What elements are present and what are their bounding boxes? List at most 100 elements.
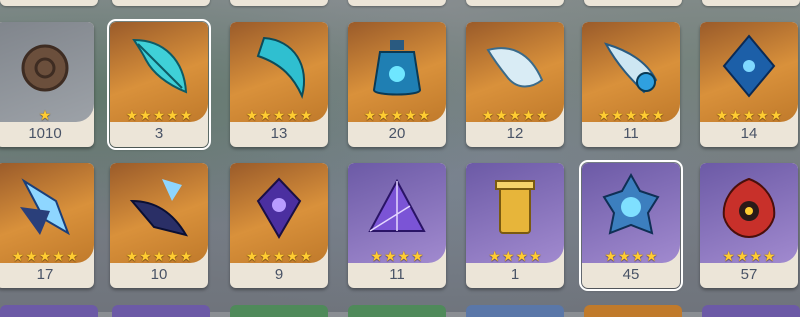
- star-icon: ★: [286, 107, 299, 123]
- inventory-item-card[interactable]: ★ ★ ★ ★ ★ 11: [582, 22, 680, 147]
- card-stub[interactable]: [112, 305, 210, 317]
- star-icon: ★: [272, 107, 286, 123]
- inventory-item-card[interactable]: ★ ★ ★ ★ 45: [579, 160, 683, 291]
- inventory-item-card[interactable]: ★ 1010: [0, 22, 94, 147]
- star-icon: ★: [501, 248, 515, 264]
- item-count: 10: [150, 266, 168, 283]
- star-icon: ★: [624, 107, 638, 123]
- star-icon: ★: [245, 248, 259, 264]
- rarity-stars: ★ ★ ★ ★ ★: [230, 107, 328, 123]
- star-icon: ★: [604, 248, 617, 264]
- star-icon: ★: [38, 107, 52, 123]
- card-stub[interactable]: [702, 305, 800, 317]
- star-icon: ★: [286, 248, 299, 264]
- star-icon: ★: [617, 248, 631, 264]
- card-stub[interactable]: [0, 0, 98, 6]
- star-icon: ★: [139, 248, 152, 264]
- rarity-stars: ★ ★ ★ ★ ★: [0, 248, 94, 264]
- item-count: 20: [388, 125, 406, 142]
- card-stub[interactable]: [348, 305, 446, 317]
- inventory-item-card[interactable]: ★ ★ ★ ★ ★ 10: [110, 163, 208, 288]
- rarity-stars: ★: [0, 107, 94, 123]
- star-icon: ★: [166, 248, 179, 264]
- card-stub[interactable]: [584, 0, 682, 6]
- star-icon: ★: [152, 107, 166, 123]
- inventory-item-card[interactable]: ★ ★ ★ ★ ★ 20: [348, 22, 446, 147]
- inventory-item-card[interactable]: ★ ★ ★ ★ ★ 13: [230, 22, 328, 147]
- card-stub[interactable]: [230, 0, 328, 6]
- star-icon: ★: [631, 248, 645, 264]
- star-icon: ★: [742, 107, 756, 123]
- star-icon: ★: [125, 248, 139, 264]
- star-icon: ★: [729, 107, 742, 123]
- inventory-item-card[interactable]: ★ ★ ★ ★ 11: [348, 163, 446, 288]
- inventory-item-card[interactable]: ★ ★ ★ ★ ★ 17: [0, 163, 94, 288]
- item-count: 1: [510, 266, 520, 283]
- teal-feather-icon: [132, 38, 188, 94]
- blue-potion-flask-icon: [372, 40, 422, 96]
- card-stub[interactable]: [230, 305, 328, 317]
- inventory-item-card[interactable]: ★ ★ ★ ★ ★ 14: [700, 22, 798, 147]
- rarity-stars: ★ ★ ★ ★ ★: [230, 248, 328, 264]
- card-stub[interactable]: [112, 0, 210, 6]
- golden-tower-icon: [495, 180, 535, 234]
- blue-crystal-orb-icon: [602, 172, 660, 235]
- star-icon: ★: [397, 248, 411, 264]
- card-stub[interactable]: [466, 305, 564, 317]
- inventory-item-card[interactable]: ★ ★ ★ ★ 57: [700, 163, 798, 288]
- item-count: 57: [740, 266, 758, 283]
- star-icon: ★: [383, 248, 397, 264]
- star-icon: ★: [166, 107, 179, 123]
- rarity-stars: ★ ★ ★ ★ ★: [110, 107, 208, 123]
- inventory-item-card[interactable]: ★ ★ ★ ★ ★ 12: [466, 22, 564, 147]
- card-stub[interactable]: [702, 0, 800, 6]
- star-icon: ★: [763, 248, 776, 264]
- star-icon: ★: [597, 107, 611, 123]
- star-icon: ★: [65, 248, 79, 264]
- item-count: 11: [389, 266, 405, 283]
- card-stub[interactable]: [0, 305, 98, 317]
- item-count: 3: [154, 125, 164, 142]
- star-icon: ★: [52, 248, 65, 264]
- teal-fang-icon: [256, 36, 305, 99]
- star-icon: ★: [611, 107, 624, 123]
- star-icon: ★: [404, 107, 417, 123]
- inventory-item-card[interactable]: ★ ★ ★ ★ 1: [466, 163, 564, 288]
- blue-crystal-drop-icon: [722, 34, 776, 98]
- star-icon: ★: [715, 107, 729, 123]
- star-icon: ★: [411, 248, 424, 264]
- item-count: 1010: [28, 125, 62, 142]
- star-icon: ★: [488, 248, 501, 264]
- star-icon: ★: [125, 107, 139, 123]
- inventory-item-card[interactable]: ★ ★ ★ ★ ★ 9: [230, 163, 328, 288]
- ice-crystal-claw-icon: [20, 178, 70, 236]
- star-icon: ★: [259, 107, 272, 123]
- star-icon: ★: [529, 248, 542, 264]
- star-icon: ★: [417, 107, 431, 123]
- brown-coin-icon: [21, 44, 69, 92]
- rarity-stars: ★ ★ ★ ★ ★: [582, 107, 680, 123]
- star-icon: ★: [722, 248, 735, 264]
- star-icon: ★: [390, 107, 404, 123]
- rarity-stars: ★ ★ ★ ★ ★: [700, 107, 798, 123]
- inventory-item-card[interactable]: ★ ★ ★ ★ ★ 3: [107, 19, 211, 150]
- violet-triangle-prism-icon: [368, 178, 426, 232]
- rarity-stars: ★ ★ ★ ★ ★: [466, 107, 564, 123]
- star-icon: ★: [756, 107, 769, 123]
- rarity-stars: ★ ★ ★ ★: [582, 248, 680, 264]
- star-icon: ★: [152, 248, 166, 264]
- dark-crystal-wing-icon: [129, 179, 189, 237]
- card-stub[interactable]: [584, 305, 682, 317]
- card-stub[interactable]: [466, 0, 564, 6]
- rarity-stars: ★ ★ ★ ★ ★: [348, 107, 446, 123]
- star-icon: ★: [11, 248, 25, 264]
- star-icon: ★: [363, 107, 377, 123]
- star-icon: ★: [370, 248, 383, 264]
- rarity-stars: ★ ★ ★ ★: [348, 248, 446, 264]
- white-horn-icon: [486, 47, 544, 88]
- rarity-stars: ★ ★ ★ ★: [466, 248, 564, 264]
- card-stub[interactable]: [348, 0, 446, 6]
- item-count: 11: [623, 125, 639, 142]
- item-count: 45: [622, 266, 640, 283]
- violet-gem-pendant-icon: [256, 177, 302, 239]
